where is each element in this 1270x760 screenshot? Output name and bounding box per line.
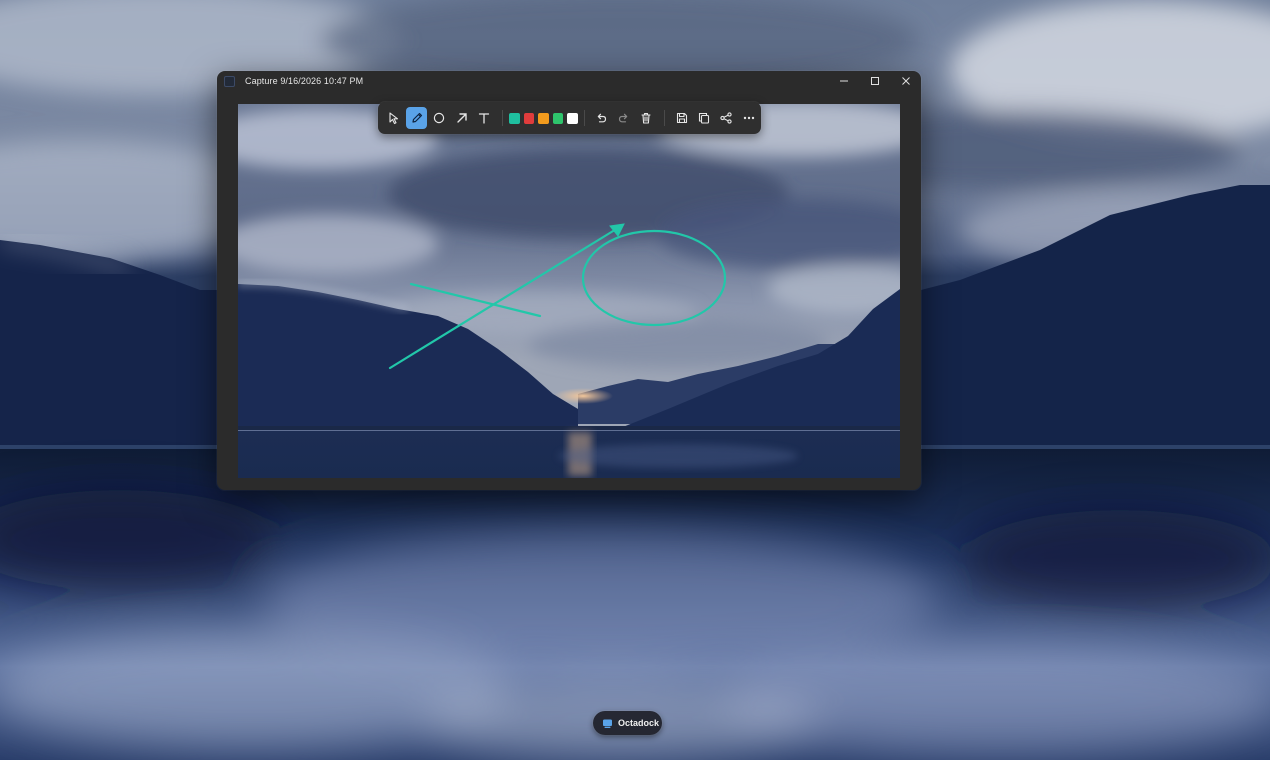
toolbar-separator: [502, 110, 504, 126]
circle-icon: [434, 112, 445, 124]
pen-tool-button[interactable]: [406, 107, 428, 129]
redo-icon: [618, 113, 627, 123]
undo-button[interactable]: [591, 107, 612, 129]
text-tool-button[interactable]: [474, 107, 495, 129]
delete-button[interactable]: [636, 107, 657, 129]
more-icon: [743, 116, 755, 120]
redo-button[interactable]: [613, 107, 634, 129]
color-swatch-white[interactable]: [567, 112, 578, 124]
trash-icon: [641, 113, 651, 124]
pen-icon: [412, 112, 423, 123]
color-swatch-red[interactable]: [523, 112, 535, 124]
cursor-arrow-icon: [389, 112, 399, 125]
share-icon: [720, 112, 733, 124]
toolbar-separator: [664, 110, 666, 126]
color-swatch-orange[interactable]: [538, 112, 549, 124]
arrow-tool-button[interactable]: [451, 107, 472, 129]
capture-canvas[interactable]: [238, 104, 900, 478]
arrow-up-right-icon: [457, 113, 467, 123]
title-bar[interactable]: Capture 9/16/2026 10:47 PM: [217, 71, 921, 91]
window-title: Capture 9/16/2026 10:47 PM: [245, 76, 364, 86]
taskbar-app-pill[interactable]: Octadock: [593, 711, 662, 735]
share-button[interactable]: [716, 107, 737, 129]
copy-button[interactable]: [694, 107, 715, 129]
minimize-button[interactable]: [828, 71, 859, 91]
taskbar-app-label: Octadock: [618, 718, 660, 728]
text-icon: [479, 113, 490, 124]
undo-icon: [597, 113, 607, 123]
toolbar-separator: [583, 110, 585, 126]
maximize-icon: [870, 77, 879, 85]
ellipse-tool-button[interactable]: [429, 107, 450, 129]
more-options-button[interactable]: [738, 107, 759, 129]
save-button[interactable]: [671, 107, 692, 129]
captured-image: [238, 104, 900, 478]
maximize-button[interactable]: [859, 71, 890, 91]
annotation-toolbar: [378, 102, 761, 134]
app-icon: [224, 75, 235, 87]
color-swatch-teal[interactable]: [509, 112, 520, 124]
copy-icon: [698, 112, 710, 124]
color-swatch-green[interactable]: [552, 112, 564, 124]
app-dock-icon: [603, 719, 612, 728]
select-tool-button[interactable]: [384, 107, 405, 129]
close-button[interactable]: [890, 71, 921, 91]
save-icon: [676, 112, 687, 124]
window-controls: [828, 71, 921, 91]
minimize-icon: [839, 80, 848, 82]
close-icon: [901, 77, 910, 85]
